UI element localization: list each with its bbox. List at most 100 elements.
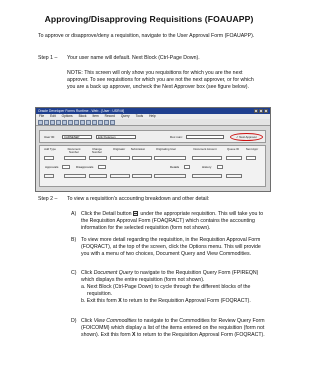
col-originator: Originator (112, 147, 126, 151)
menu-record: Record (104, 114, 115, 118)
step2-label: Step 2 – (38, 196, 58, 202)
section-c-text: Click Document Query to navigate to the … (81, 270, 269, 305)
menu-options: Options (61, 114, 73, 118)
table-row (42, 174, 263, 178)
section-d-letter: D) (71, 318, 77, 324)
remove-record-icon (92, 120, 97, 125)
menu-item: Item (92, 114, 99, 118)
history-label: History (202, 165, 212, 169)
menu-tools: Tools (135, 114, 144, 118)
section-c-lead: Click (81, 270, 93, 276)
section-d-text: Click View Commodities to navigate to th… (81, 318, 269, 339)
help-icon (110, 120, 115, 125)
minimize-icon (254, 109, 258, 113)
menu-edit: Edit (50, 114, 56, 118)
menu-help: Help (149, 114, 156, 118)
user-name-field: Erik Pedersen (96, 134, 136, 139)
view-commodities-link: View Commodities (93, 318, 137, 324)
col-document-number: Document Number (67, 147, 81, 155)
section-a-letter: A) (71, 211, 77, 217)
step1-note: NOTE: This screen will only show you req… (67, 70, 254, 90)
disapprovals-label: Disapprovals (76, 165, 94, 169)
exit-icon (50, 120, 55, 125)
section-d-lead: Click (81, 318, 93, 324)
step1-label: Step 1 – (38, 55, 58, 61)
next-block-icon (80, 120, 85, 125)
table-cell (64, 174, 86, 178)
section-a-pre: Click the Detail button (81, 211, 132, 218)
approvals-checkbox (62, 165, 70, 169)
next-approver-highlight: ✓ Next Approver (230, 133, 263, 141)
table-cell (226, 156, 242, 160)
col-queue-id: Queue ID (227, 147, 239, 151)
exit-x-icon: X (132, 331, 136, 338)
step2-text: To view a requisition's accounting break… (67, 196, 210, 202)
section-c-sub-b-post: to return to the Requisition Approval Fo… (123, 297, 251, 304)
section-b-letter: B) (71, 237, 77, 243)
document-query-link: Document Query (93, 270, 133, 276)
section-d-post: to return to the Requisition Approval Fo… (136, 331, 265, 338)
detail-button (184, 165, 190, 169)
doc-num-field (186, 134, 224, 139)
section-a-text: Click the Detail button under the approp… (81, 211, 269, 232)
table-cell (44, 174, 54, 178)
table-cell (132, 156, 152, 160)
exit-x-icon: X (118, 297, 122, 304)
save-icon (38, 120, 43, 125)
table-cell (44, 156, 54, 160)
table-cell (110, 174, 130, 178)
section-c-letter: C) (71, 270, 77, 276)
previous-block-icon (74, 120, 79, 125)
table-cell (154, 174, 186, 178)
section-c-sub-a: a. Next Block (Ctrl-Page Down) to cycle … (81, 283, 251, 297)
col-add-type: Add Type (44, 147, 56, 151)
document-page: Approving/Disapproving Requisitions (FOA… (0, 0, 298, 386)
col-change-number: Change Number (92, 147, 102, 155)
detail-button-icon (133, 211, 139, 216)
toolbar (36, 119, 270, 126)
paste-icon (68, 120, 73, 125)
insert-record-icon (86, 120, 91, 125)
approvals-label: Approvals (45, 165, 59, 169)
table-cell (110, 156, 130, 160)
approval-list-block: Add Type Document Number Change Number O… (39, 145, 266, 187)
copy-icon (62, 120, 67, 125)
table-cell (64, 156, 86, 160)
menu-block: Block (78, 114, 87, 118)
page-title: Approving/Disapproving Requisitions (FOA… (44, 14, 254, 24)
foauapp-screenshot: Oracle Developer Forms Runtime - Web - [… (35, 107, 271, 192)
section-c-sub-b-pre: b. Exit this form (81, 297, 117, 304)
close-icon (264, 109, 268, 113)
step1-text: Your user name will default. Next Block … (67, 55, 200, 61)
section-c-sub-b: b. Exit this form X to return to the Req… (81, 298, 269, 305)
col-originating-user: Originating User (155, 147, 177, 151)
table-cell (192, 174, 222, 178)
table-cell (132, 174, 152, 178)
key-block: User ID: CARNESEP Erik Pedersen Doc num:… (39, 130, 266, 143)
cut-icon (56, 120, 61, 125)
table-cell (246, 156, 256, 160)
col-next-appr: Next Appr (245, 147, 259, 151)
next-approver-label: Next Approver (239, 135, 257, 139)
user-id-label: User ID: (44, 135, 56, 139)
user-id-field: CARNESEP (62, 134, 92, 139)
window-buttons (254, 109, 268, 113)
section-b-text: To view more detail regarding the requis… (81, 237, 261, 257)
table-cell (154, 156, 186, 160)
table-row (42, 156, 263, 160)
execute-query-icon (104, 120, 109, 125)
maximize-icon (259, 109, 263, 113)
enter-query-icon (98, 120, 103, 125)
history-button (217, 165, 223, 169)
table-cell (89, 156, 107, 160)
intro-paragraph: To approve or disapprove/deny a requisit… (38, 33, 255, 39)
menu-file: File (39, 114, 45, 118)
col-document-amount: Document Amount (193, 147, 217, 151)
disapprovals-checkbox (98, 165, 106, 169)
details-label: Details (170, 165, 180, 169)
col-submission: Submission (130, 147, 146, 151)
table-cell (226, 174, 242, 178)
menu-query: Query (120, 114, 130, 118)
print-icon (44, 120, 49, 125)
doc-num-label: Doc num: (170, 135, 183, 139)
